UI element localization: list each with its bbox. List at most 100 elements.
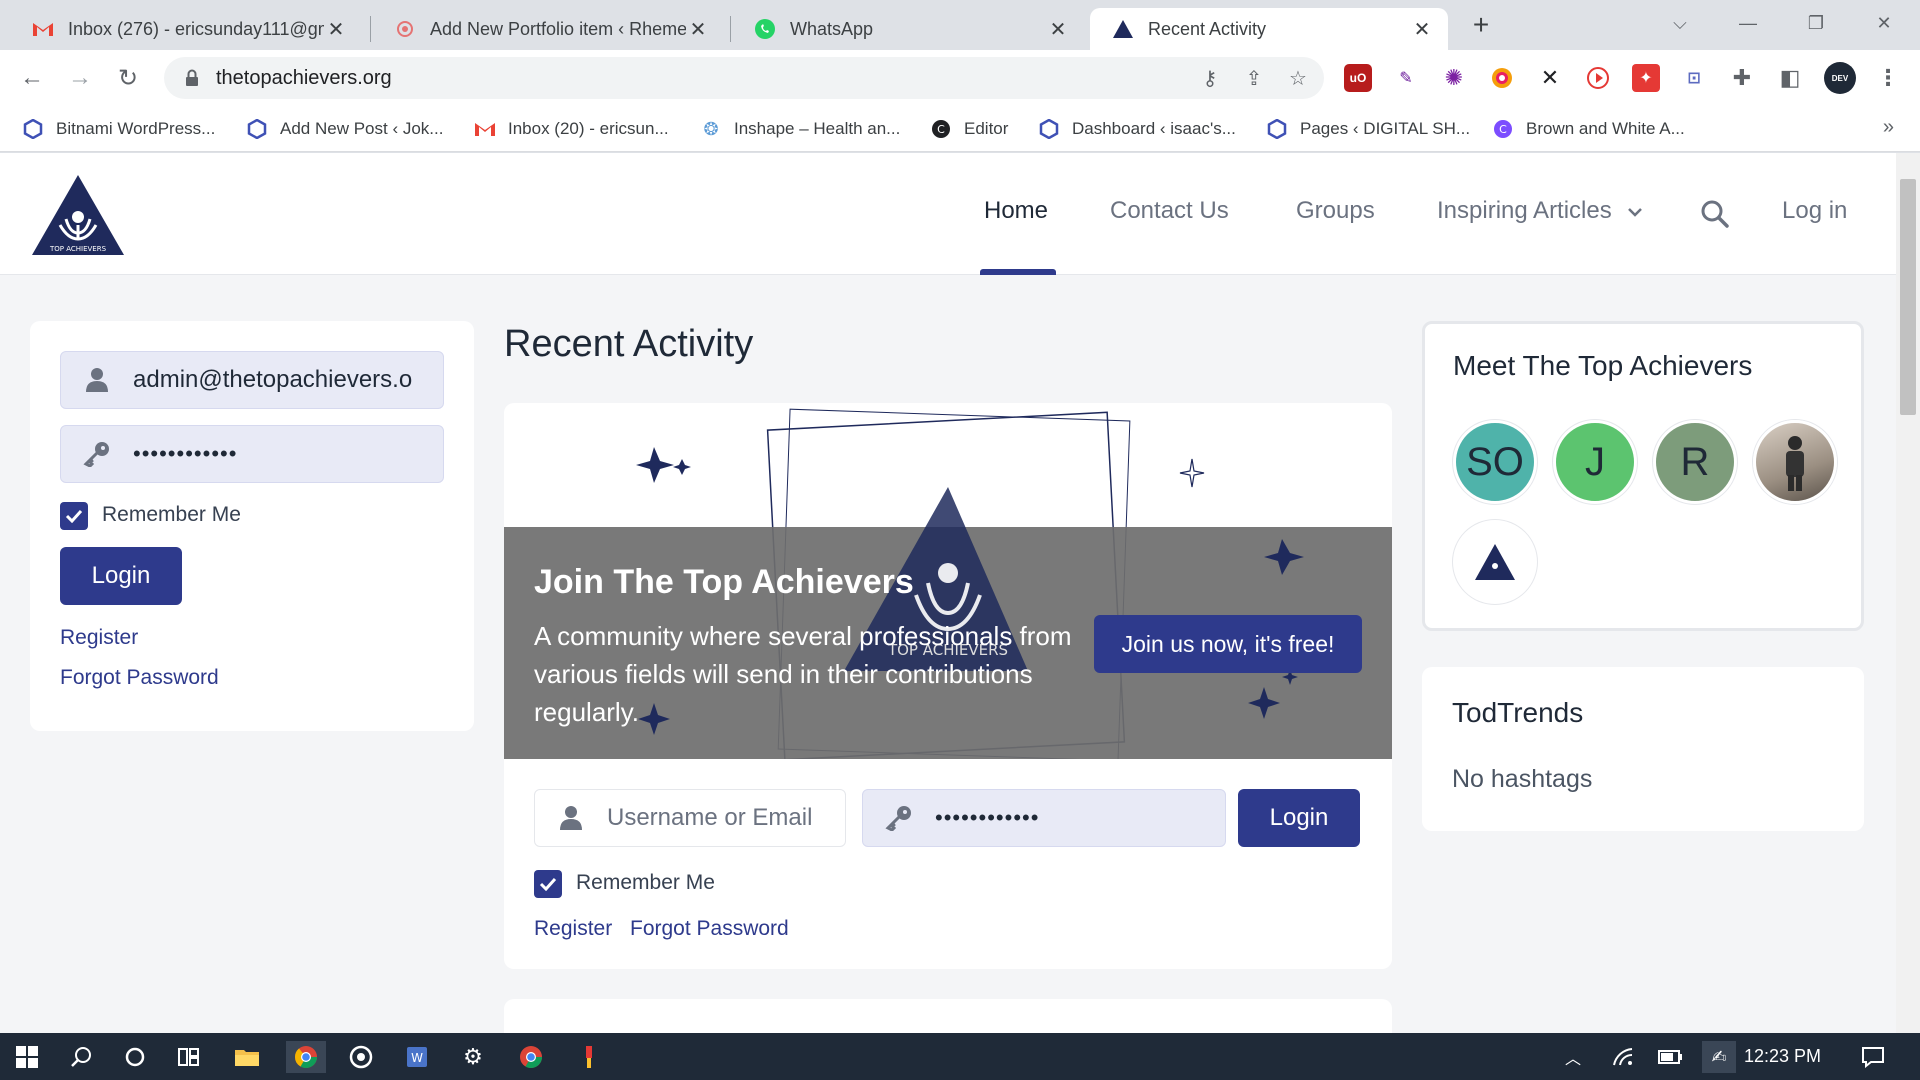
id-extension-icon[interactable]: ⊡ <box>1680 64 1708 92</box>
member-avatar[interactable]: SO <box>1453 420 1537 504</box>
member-avatar[interactable]: R <box>1653 420 1737 504</box>
user-icon <box>535 805 607 831</box>
close-tab-icon[interactable]: ✕ <box>1410 17 1434 41</box>
sidebar-forgot-password-link[interactable]: Forgot Password <box>60 666 219 690</box>
bookmark-item[interactable]: C Editor <box>930 116 1008 142</box>
gmail-icon <box>474 118 496 140</box>
extensions-puzzle-icon[interactable]: ✚ <box>1728 64 1756 92</box>
windows-start-icon[interactable] <box>10 1041 44 1073</box>
bookmark-item[interactable]: Bitnami WordPress... <box>22 116 215 142</box>
nav-log-in[interactable]: Log in <box>1782 197 1847 225</box>
password-key-icon[interactable]: ⚷ <box>1192 60 1228 96</box>
main-forgot-password-link[interactable]: Forgot Password <box>630 917 789 941</box>
chrome-profile-taskbar-icon[interactable] <box>514 1041 548 1073</box>
main-password-field[interactable]: •••••••••••• <box>862 789 1226 847</box>
bookmark-label: Pages ‹ DIGITAL SH... <box>1300 119 1471 138</box>
nav-contact-us[interactable]: Contact Us <box>1110 197 1229 225</box>
file-explorer-icon[interactable] <box>230 1041 264 1073</box>
page-title: Recent Activity <box>504 323 754 365</box>
menu-kebab-icon[interactable]: ⋮ <box>1874 64 1902 92</box>
bookmark-item[interactable]: ❂ Inshape – Health an... <box>700 116 900 142</box>
trends-widget: TodTrends No hashtags <box>1422 667 1864 831</box>
search-icon[interactable] <box>1700 199 1730 234</box>
chrome-taskbar-icon[interactable] <box>286 1041 326 1073</box>
hero-description: A community where several professionals … <box>534 621 1072 727</box>
wifi-icon[interactable] <box>1606 1041 1640 1073</box>
forward-icon[interactable]: → <box>64 62 96 94</box>
reload-icon[interactable]: ↻ <box>112 62 144 94</box>
nav-home[interactable]: Home <box>984 197 1048 225</box>
battery-icon[interactable] <box>1654 1041 1688 1073</box>
sidebar-register-link[interactable]: Register <box>60 626 138 650</box>
sidebar-password-field[interactable]: •••••••••••• <box>60 425 444 483</box>
play-extension-icon[interactable] <box>1584 64 1612 92</box>
close-window-icon[interactable]: ✕ <box>1864 6 1904 40</box>
member-avatar-logo[interactable] <box>1453 520 1537 604</box>
sidebar-username-input[interactable] <box>133 366 443 394</box>
site-logo[interactable]: TOP ACHIEVERS <box>30 173 126 257</box>
sidebar-username-field[interactable] <box>60 351 444 409</box>
ublock-extension-icon[interactable]: uO <box>1344 64 1372 92</box>
member-avatar-photo[interactable] <box>1753 420 1837 504</box>
scrollbar-thumb[interactable] <box>1900 179 1916 415</box>
circle-extension-icon[interactable] <box>1488 64 1516 92</box>
side-panel-icon[interactable]: ◧ <box>1776 64 1804 92</box>
nav-groups[interactable]: Groups <box>1296 197 1375 225</box>
sidebar-login-button[interactable]: Login <box>60 547 182 605</box>
share-icon[interactable]: ⇪ <box>1236 60 1272 96</box>
tab-gmail[interactable]: Inbox (276) - ericsunday111@gm ✕ <box>10 8 362 50</box>
bookmark-label: Brown and White A... <box>1526 119 1685 138</box>
bookmark-item[interactable]: C Brown and White A... <box>1492 116 1685 142</box>
bookmark-item[interactable]: Inbox (20) - ericsun... <box>474 116 669 142</box>
settings-gear-icon[interactable]: ⚙ <box>456 1041 490 1073</box>
taskbar-clock[interactable]: 12:23 PM <box>1744 1046 1821 1067</box>
x-extension-icon[interactable]: ✕ <box>1536 64 1564 92</box>
lock-icon <box>182 68 202 88</box>
sidebar-remember-checkbox[interactable] <box>60 502 88 530</box>
red-extension-icon[interactable]: ✦ <box>1632 64 1660 92</box>
task-view-icon[interactable] <box>172 1041 206 1073</box>
burst-extension-icon[interactable]: ✺ <box>1440 64 1468 92</box>
bookmark-star-icon[interactable]: ☆ <box>1280 60 1316 96</box>
member-avatar[interactable]: J <box>1553 420 1637 504</box>
main-login-button[interactable]: Login <box>1238 789 1360 847</box>
back-icon[interactable]: ← <box>16 62 48 94</box>
close-tab-icon[interactable]: ✕ <box>686 17 710 41</box>
address-bar[interactable]: thetopachievers.org ⚷ ⇪ ☆ <box>164 57 1324 99</box>
word-app-icon[interactable]: W <box>400 1041 434 1073</box>
tab-title: Inbox (276) - ericsunday111@gm <box>68 18 324 39</box>
bookmark-item[interactable]: Pages ‹ DIGITAL SH... <box>1266 116 1470 142</box>
new-tab-icon[interactable]: + <box>1466 9 1496 40</box>
main-username-field[interactable] <box>534 789 846 847</box>
bookmark-label: Add New Post ‹ Jok... <box>280 119 444 138</box>
dropper-extension-icon[interactable]: ✎ <box>1392 64 1420 92</box>
bookmark-item[interactable]: Dashboard ‹ isaac's... <box>1038 116 1236 142</box>
restore-icon[interactable]: ❐ <box>1796 6 1836 40</box>
main-remember-checkbox[interactable] <box>534 870 562 898</box>
tab-portfolio[interactable]: Add New Portfolio item ‹ Rheme ✕ <box>372 8 724 50</box>
profile-avatar-icon[interactable]: DEV <box>1824 62 1856 94</box>
notifications-icon[interactable] <box>1856 1041 1890 1073</box>
whatsapp-icon <box>754 18 776 40</box>
tab-recent-activity[interactable]: Recent Activity ✕ <box>1090 8 1448 50</box>
pen-icon[interactable]: ✍ <box>1702 1041 1736 1073</box>
bookmark-item[interactable]: Add New Post ‹ Jok... <box>246 116 443 142</box>
main-remember-label: Remember Me <box>576 871 715 894</box>
search-icon[interactable] <box>64 1041 98 1073</box>
paint-app-icon[interactable] <box>572 1041 606 1073</box>
media-app-icon[interactable] <box>344 1041 378 1073</box>
close-tab-icon[interactable]: ✕ <box>324 17 348 41</box>
join-cta-button[interactable]: Join us now, it's free! <box>1094 615 1362 673</box>
tab-search-icon[interactable]: ⌵ <box>1660 6 1700 40</box>
nav-inspiring-articles[interactable]: Inspiring Articles <box>1437 197 1643 225</box>
cortana-icon[interactable] <box>118 1041 152 1073</box>
more-bookmarks-icon[interactable]: » <box>1883 116 1894 139</box>
main-register-link[interactable]: Register <box>534 917 612 941</box>
tab-whatsapp[interactable]: WhatsApp ✕ <box>732 8 1084 50</box>
show-hidden-icons-icon[interactable]: ︿ <box>1556 1041 1590 1073</box>
main-username-input[interactable] <box>607 804 845 832</box>
minimize-icon[interactable]: — <box>1728 6 1768 40</box>
close-tab-icon[interactable]: ✕ <box>1046 17 1070 41</box>
wordpress-icon <box>246 118 268 140</box>
key-icon <box>863 805 935 831</box>
